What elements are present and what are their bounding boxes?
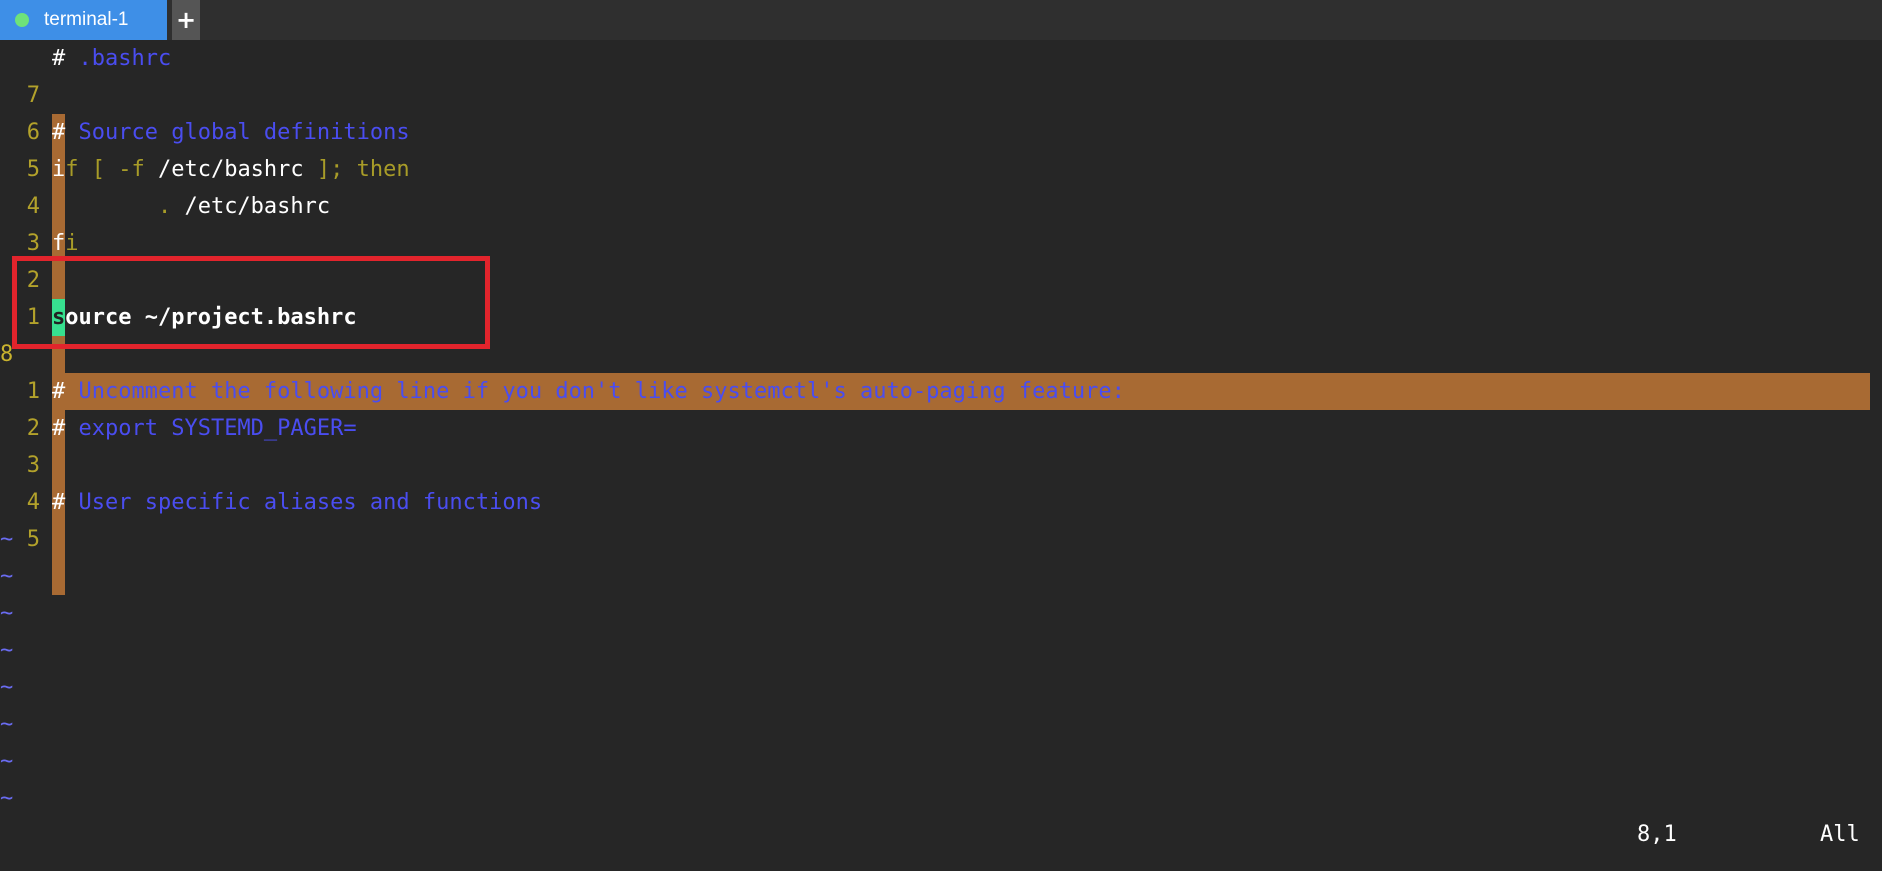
plus-icon: + (175, 6, 197, 34)
source-dot: . (52, 194, 185, 219)
scroll-indicator: All (1820, 822, 1860, 847)
hash-char: # (52, 46, 66, 71)
empty-line-tilde: ~ (0, 601, 14, 626)
keyword-text: i (65, 231, 79, 256)
bracket-text: ]; (303, 157, 344, 182)
editor-line: 3 . /etc/bashrc (0, 188, 1882, 299)
editor-line: 2 # Uncomment the following line if you … (0, 373, 1882, 484)
line-text: fi (52, 225, 79, 262)
empty-line-tilde: ~ (0, 638, 14, 663)
editor-line-current: 8 source ~/project.bashrc (0, 299, 1882, 410)
line-text: # User specific aliases and functions (52, 484, 542, 521)
empty-line-tilde: ~ (0, 675, 14, 700)
first-char: i (52, 157, 66, 182)
line-text: # .bashrc (52, 40, 171, 77)
empty-line-tilde: ~ (0, 712, 14, 737)
path-text: /etc/bashrc (184, 194, 331, 219)
editor-line: 1 (0, 262, 1882, 373)
editor-line: 5 # User specific aliases and functions (0, 484, 1882, 595)
path-text: /etc/bashrc (157, 157, 304, 182)
hash-char: # (52, 416, 66, 441)
empty-line-tilde: ~ (0, 564, 14, 589)
editor-line: 2 fi (0, 225, 1882, 336)
line-text: # Uncomment the following line if you do… (52, 373, 1125, 410)
empty-line-tilde: ~ (0, 749, 14, 774)
line-text: # Source global definitions (52, 114, 410, 151)
vim-editor[interactable]: 7 # .bashrc 6 5 # Source global definiti… (0, 40, 1882, 871)
comment-text: export SYSTEMD_PAGER= (65, 416, 357, 441)
keyword-then: then (343, 157, 410, 182)
hash-char: # (52, 379, 66, 404)
comment-text: Uncomment the following line if you don'… (65, 379, 1125, 404)
editor-line: 3 # export SYSTEMD_PAGER= (0, 410, 1882, 521)
editor-line: 1 (0, 336, 1882, 447)
hash-char: # (52, 490, 66, 515)
line-marker (52, 558, 65, 595)
comment-text: User specific aliases and functions (65, 490, 543, 515)
editor-line: 4 if [ -f /etc/bashrc ]; then (0, 151, 1882, 262)
comment-text: .bashrc (65, 46, 172, 71)
tab-terminal-1[interactable]: terminal-1 (0, 0, 167, 40)
cursor-position: 8,1 (1637, 822, 1677, 847)
text-cursor: s (52, 299, 66, 336)
empty-line-tilde: ~ (0, 786, 14, 811)
editor-line: 6 (0, 77, 1882, 188)
terminal-window: terminal-1 + 7 # .bashrc 6 5 # Source gl… (0, 0, 1882, 871)
comment-text: Source global definitions (65, 120, 410, 145)
editor-line: 5 # Source global definitions (0, 114, 1882, 225)
line-text: source ~/project.bashrc (52, 299, 357, 336)
line-text: . /etc/bashrc (52, 188, 330, 225)
tab-bar: terminal-1 + (0, 0, 1882, 40)
first-char: f (52, 231, 66, 256)
editor-line: 7 # .bashrc (0, 40, 1882, 151)
tab-label: terminal-1 (44, 9, 129, 30)
status-dot-icon (15, 13, 29, 27)
source-command-text: ource ~/project.bashrc (65, 305, 357, 330)
keyword-text: f [ -f (65, 157, 158, 182)
editor-line: 4 (0, 447, 1882, 558)
add-tab-button[interactable]: + (172, 0, 200, 40)
empty-line-tilde: ~ (0, 527, 14, 552)
line-text: if [ -f /etc/bashrc ]; then (52, 151, 410, 188)
hash-char: # (52, 120, 66, 145)
line-text: # export SYSTEMD_PAGER= (52, 410, 357, 447)
